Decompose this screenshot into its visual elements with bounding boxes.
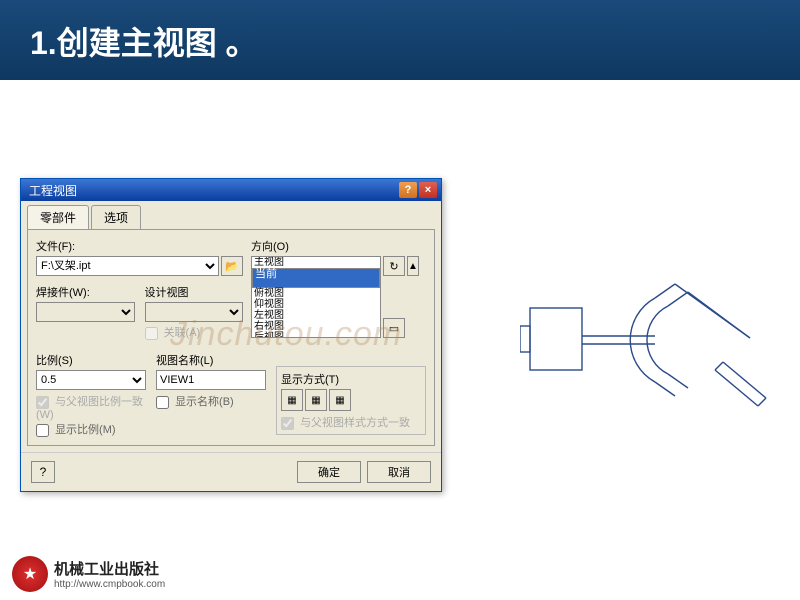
list-item[interactable]: 右视图 [252, 321, 380, 332]
display-style-3-button[interactable]: ▦ [329, 389, 351, 411]
gear-logo-icon [12, 556, 48, 592]
dialog-title: 工程视图 [25, 182, 399, 199]
publisher-name: 机械工业出版社 [54, 558, 165, 579]
view-name-label: 视图名称(L) [156, 352, 266, 368]
parent-scale-label: 与父视图比例一致(W) [36, 396, 143, 421]
parent-style-label: 与父视图样式方式一致 [300, 417, 410, 429]
weld-label: 焊接件(W): [36, 284, 135, 300]
publisher-url: http://www.cmpbook.com [54, 579, 165, 590]
display-mode-label: 显示方式(T) [281, 371, 421, 387]
show-name-checkbox[interactable] [156, 396, 169, 409]
assoc-checkbox [145, 327, 158, 340]
ok-button[interactable]: 确定 [297, 461, 361, 483]
tab-parts[interactable]: 零部件 [27, 205, 89, 229]
assoc-label: 关联(A) [164, 327, 201, 339]
display-style-1-button[interactable]: ▦ [281, 389, 303, 411]
browse-button[interactable]: 📂 [221, 256, 243, 276]
list-item[interactable]: 左视图 [252, 310, 380, 321]
scale-select[interactable]: 0.5 [36, 370, 146, 390]
scroll-up-icon[interactable]: ▲ [407, 256, 419, 276]
parent-scale-checkbox [36, 396, 49, 409]
technical-drawing-preview [520, 258, 780, 428]
tab-strip: 零部件 选项 [21, 201, 441, 229]
scale-label: 比例(S) [36, 352, 146, 368]
list-item[interactable]: 当前 [252, 268, 380, 288]
list-item[interactable]: 俯视图 [252, 288, 380, 299]
engineering-view-dialog: 工程视图 ? × 零部件 选项 文件(F): F:\叉架.ipt 📂 焊接件(W [20, 178, 442, 492]
design-view-select [145, 302, 244, 322]
view-name-input[interactable] [156, 370, 266, 390]
show-name-label: 显示名称(B) [175, 396, 234, 408]
direction-label: 方向(O) [251, 238, 426, 254]
titlebar-help-icon[interactable]: ? [399, 182, 417, 198]
file-input[interactable]: F:\叉架.ipt [36, 256, 219, 276]
help-button[interactable]: ? [31, 461, 55, 483]
tab-options[interactable]: 选项 [91, 205, 141, 229]
list-item[interactable]: 主视图 [252, 257, 380, 268]
close-icon[interactable]: × [419, 182, 437, 198]
direction-listbox[interactable]: 主视图 当前 俯视图 仰视图 左视图 右视图 后视图 等轴测视图 [251, 256, 381, 338]
show-scale-checkbox[interactable] [36, 424, 49, 437]
publisher-logo: 机械工业出版社 http://www.cmpbook.com [12, 556, 165, 592]
page-title: 1.创建主视图 。 [30, 18, 770, 64]
file-label: 文件(F): [36, 238, 243, 254]
direction-config-button[interactable]: ▭ [383, 318, 405, 338]
display-style-2-button[interactable]: ▦ [305, 389, 327, 411]
list-item[interactable]: 后视图 [252, 332, 380, 338]
design-view-label: 设计视图 [145, 284, 244, 300]
dialog-titlebar[interactable]: 工程视图 ? × [21, 179, 441, 201]
show-scale-label: 显示比例(M) [55, 424, 116, 436]
rotate-button[interactable]: ↻ [383, 256, 405, 276]
cancel-button[interactable]: 取消 [367, 461, 431, 483]
parent-style-checkbox [281, 417, 294, 430]
weld-select [36, 302, 135, 322]
list-item[interactable]: 仰视图 [252, 299, 380, 310]
